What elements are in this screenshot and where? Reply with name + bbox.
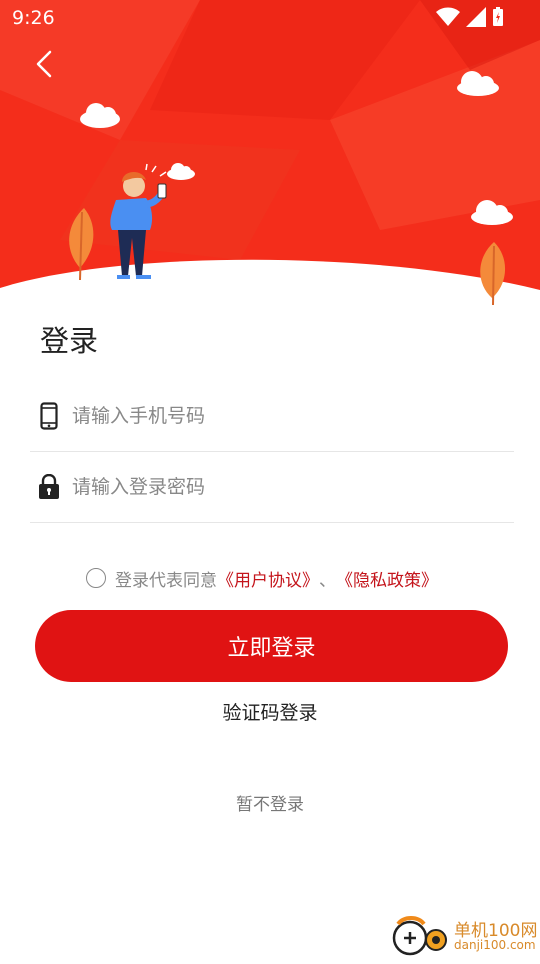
status-time: 9:26: [12, 7, 55, 29]
agreement-checkbox[interactable]: [86, 568, 106, 588]
lock-icon: [30, 472, 68, 502]
agreement-separator: 、: [319, 570, 336, 591]
wifi-icon: [436, 7, 460, 26]
header-banner: [0, 0, 540, 310]
password-field[interactable]: [30, 452, 514, 523]
skip-login-link[interactable]: 暂不登录: [0, 790, 540, 815]
chevron-left-icon: [36, 50, 52, 78]
cellular-signal-icon: [466, 7, 486, 27]
agreement-row: 登录代表同意 《用户协议》 、 《隐私政策》: [86, 564, 438, 592]
watermark-url: danji100.com: [454, 938, 536, 952]
battery-icon: [493, 7, 503, 26]
page-title: 登录: [40, 324, 99, 358]
phone-field[interactable]: [30, 381, 514, 452]
code-login-link[interactable]: 验证码登录: [0, 698, 540, 725]
watermark-logo: [392, 916, 447, 956]
agreement-text: 登录代表同意: [115, 570, 217, 591]
phone-input[interactable]: [70, 404, 474, 428]
password-input[interactable]: [70, 475, 474, 499]
phone-icon: [30, 401, 68, 431]
watermark: 单机100网 danji100.com: [388, 912, 540, 960]
user-agreement-link[interactable]: 《用户协议》: [217, 566, 319, 591]
privacy-policy-link[interactable]: 《隐私政策》: [336, 566, 438, 591]
status-bar: 9:26: [0, 0, 540, 36]
login-button[interactable]: 立即登录: [35, 610, 508, 682]
header-illustration: [0, 0, 540, 310]
back-button[interactable]: [26, 44, 62, 84]
status-icons: [436, 7, 504, 27]
